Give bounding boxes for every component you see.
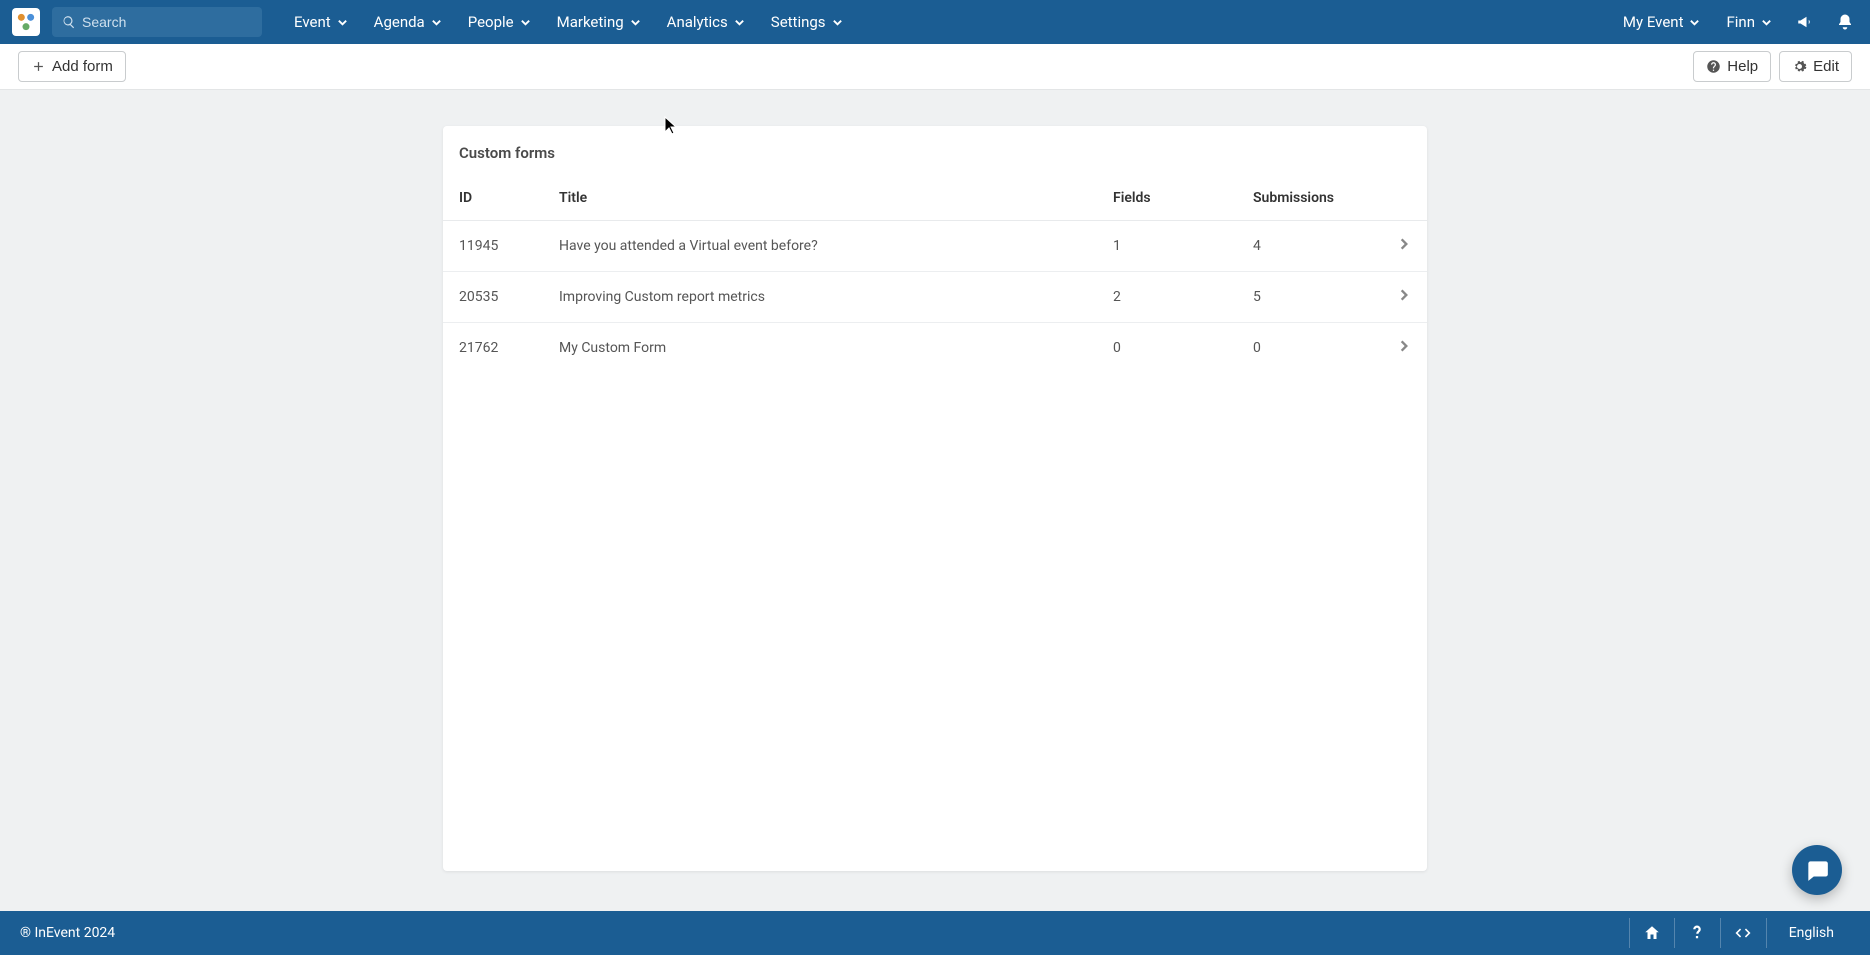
cell-id: 20535: [443, 272, 543, 323]
nav-event[interactable]: Event: [284, 7, 358, 37]
code-icon: [1734, 924, 1752, 942]
nav-label: My Event: [1623, 13, 1684, 31]
card-title: Custom forms: [443, 126, 1427, 172]
cell-subs: 4: [1237, 221, 1377, 272]
col-submissions: Submissions: [1237, 172, 1377, 221]
nav-my-event[interactable]: My Event: [1613, 7, 1711, 37]
col-id: ID: [443, 172, 543, 221]
footer-right: English: [1629, 918, 1850, 948]
chevron-right-icon: [1397, 339, 1411, 353]
footer: ® InEvent 2024 English: [0, 911, 1870, 955]
footer-copyright: ® InEvent 2024: [20, 925, 115, 941]
brand-logo[interactable]: [12, 8, 40, 36]
cell-id: 21762: [443, 323, 543, 374]
bell-icon: [1836, 13, 1854, 31]
top-nav: Event Agenda People Marketing Analytics …: [0, 0, 1870, 44]
megaphone-icon: [1796, 13, 1814, 31]
cell-title: Have you attended a Virtual event before…: [543, 221, 1097, 272]
cell-arrow: [1377, 221, 1427, 272]
nav-label: Event: [294, 13, 331, 31]
chevron-down-icon: [1761, 17, 1772, 28]
nav-label: People: [468, 13, 514, 31]
cell-arrow: [1377, 272, 1427, 323]
chevron-down-icon: [832, 17, 843, 28]
nav-label: Finn: [1726, 13, 1755, 31]
nav-label: Settings: [771, 13, 826, 31]
chat-icon: [1804, 857, 1830, 883]
nav-label: Marketing: [557, 13, 624, 31]
button-label: Edit: [1813, 58, 1839, 75]
nav-label: Analytics: [667, 13, 728, 31]
table-row[interactable]: 20535 Improving Custom report metrics 2 …: [443, 272, 1427, 323]
home-icon: [1643, 924, 1661, 942]
cell-fields: 0: [1097, 323, 1237, 374]
logo-icon: [12, 8, 40, 36]
chevron-down-icon: [520, 17, 531, 28]
nav-left: Event Agenda People Marketing Analytics …: [284, 7, 853, 37]
footer-language-label: English: [1789, 925, 1834, 941]
toolbar: Add form Help Edit: [0, 44, 1870, 90]
plus-icon: [31, 59, 46, 74]
search-wrap: [52, 7, 262, 37]
nav-label: Agenda: [374, 13, 425, 31]
chevron-right-icon: [1397, 237, 1411, 251]
footer-help-button[interactable]: [1675, 918, 1721, 948]
search-input[interactable]: [52, 7, 262, 37]
cell-title: My Custom Form: [543, 323, 1097, 374]
cell-subs: 0: [1237, 323, 1377, 374]
nav-people[interactable]: People: [458, 7, 541, 37]
main-content: Custom forms ID Title Fields Submissions…: [0, 90, 1870, 911]
chevron-down-icon: [630, 17, 641, 28]
cell-subs: 5: [1237, 272, 1377, 323]
search-icon: [62, 15, 76, 29]
chevron-down-icon: [734, 17, 745, 28]
edit-button[interactable]: Edit: [1779, 51, 1852, 82]
forms-table: ID Title Fields Submissions 11945 Have y…: [443, 172, 1427, 373]
cell-arrow: [1377, 323, 1427, 374]
custom-forms-card: Custom forms ID Title Fields Submissions…: [443, 126, 1427, 871]
col-arrow: [1377, 172, 1427, 221]
footer-code-button[interactable]: [1721, 918, 1767, 948]
table-row[interactable]: 21762 My Custom Form 0 0: [443, 323, 1427, 374]
notifications-button[interactable]: [1828, 5, 1862, 39]
chevron-right-icon: [1397, 288, 1411, 302]
button-label: Help: [1727, 58, 1758, 75]
chat-launcher[interactable]: [1792, 845, 1842, 895]
footer-language-button[interactable]: English: [1767, 925, 1850, 941]
add-form-button[interactable]: Add form: [18, 51, 126, 82]
nav-settings[interactable]: Settings: [761, 7, 853, 37]
help-button[interactable]: Help: [1693, 51, 1771, 82]
cell-fields: 2: [1097, 272, 1237, 323]
col-fields: Fields: [1097, 172, 1237, 221]
nav-user[interactable]: Finn: [1716, 7, 1782, 37]
nav-analytics[interactable]: Analytics: [657, 7, 755, 37]
table-row[interactable]: 11945 Have you attended a Virtual event …: [443, 221, 1427, 272]
col-title: Title: [543, 172, 1097, 221]
question-icon: [1688, 924, 1706, 942]
cell-id: 11945: [443, 221, 543, 272]
announcements-button[interactable]: [1788, 5, 1822, 39]
cell-fields: 1: [1097, 221, 1237, 272]
chevron-down-icon: [1689, 17, 1700, 28]
nav-agenda[interactable]: Agenda: [364, 7, 452, 37]
gear-icon: [1792, 59, 1807, 74]
cell-title: Improving Custom report metrics: [543, 272, 1097, 323]
button-label: Add form: [52, 58, 113, 75]
help-icon: [1706, 59, 1721, 74]
chevron-down-icon: [337, 17, 348, 28]
footer-home-button[interactable]: [1629, 918, 1675, 948]
nav-right: My Event Finn: [1613, 5, 1862, 39]
nav-marketing[interactable]: Marketing: [547, 7, 651, 37]
chevron-down-icon: [431, 17, 442, 28]
